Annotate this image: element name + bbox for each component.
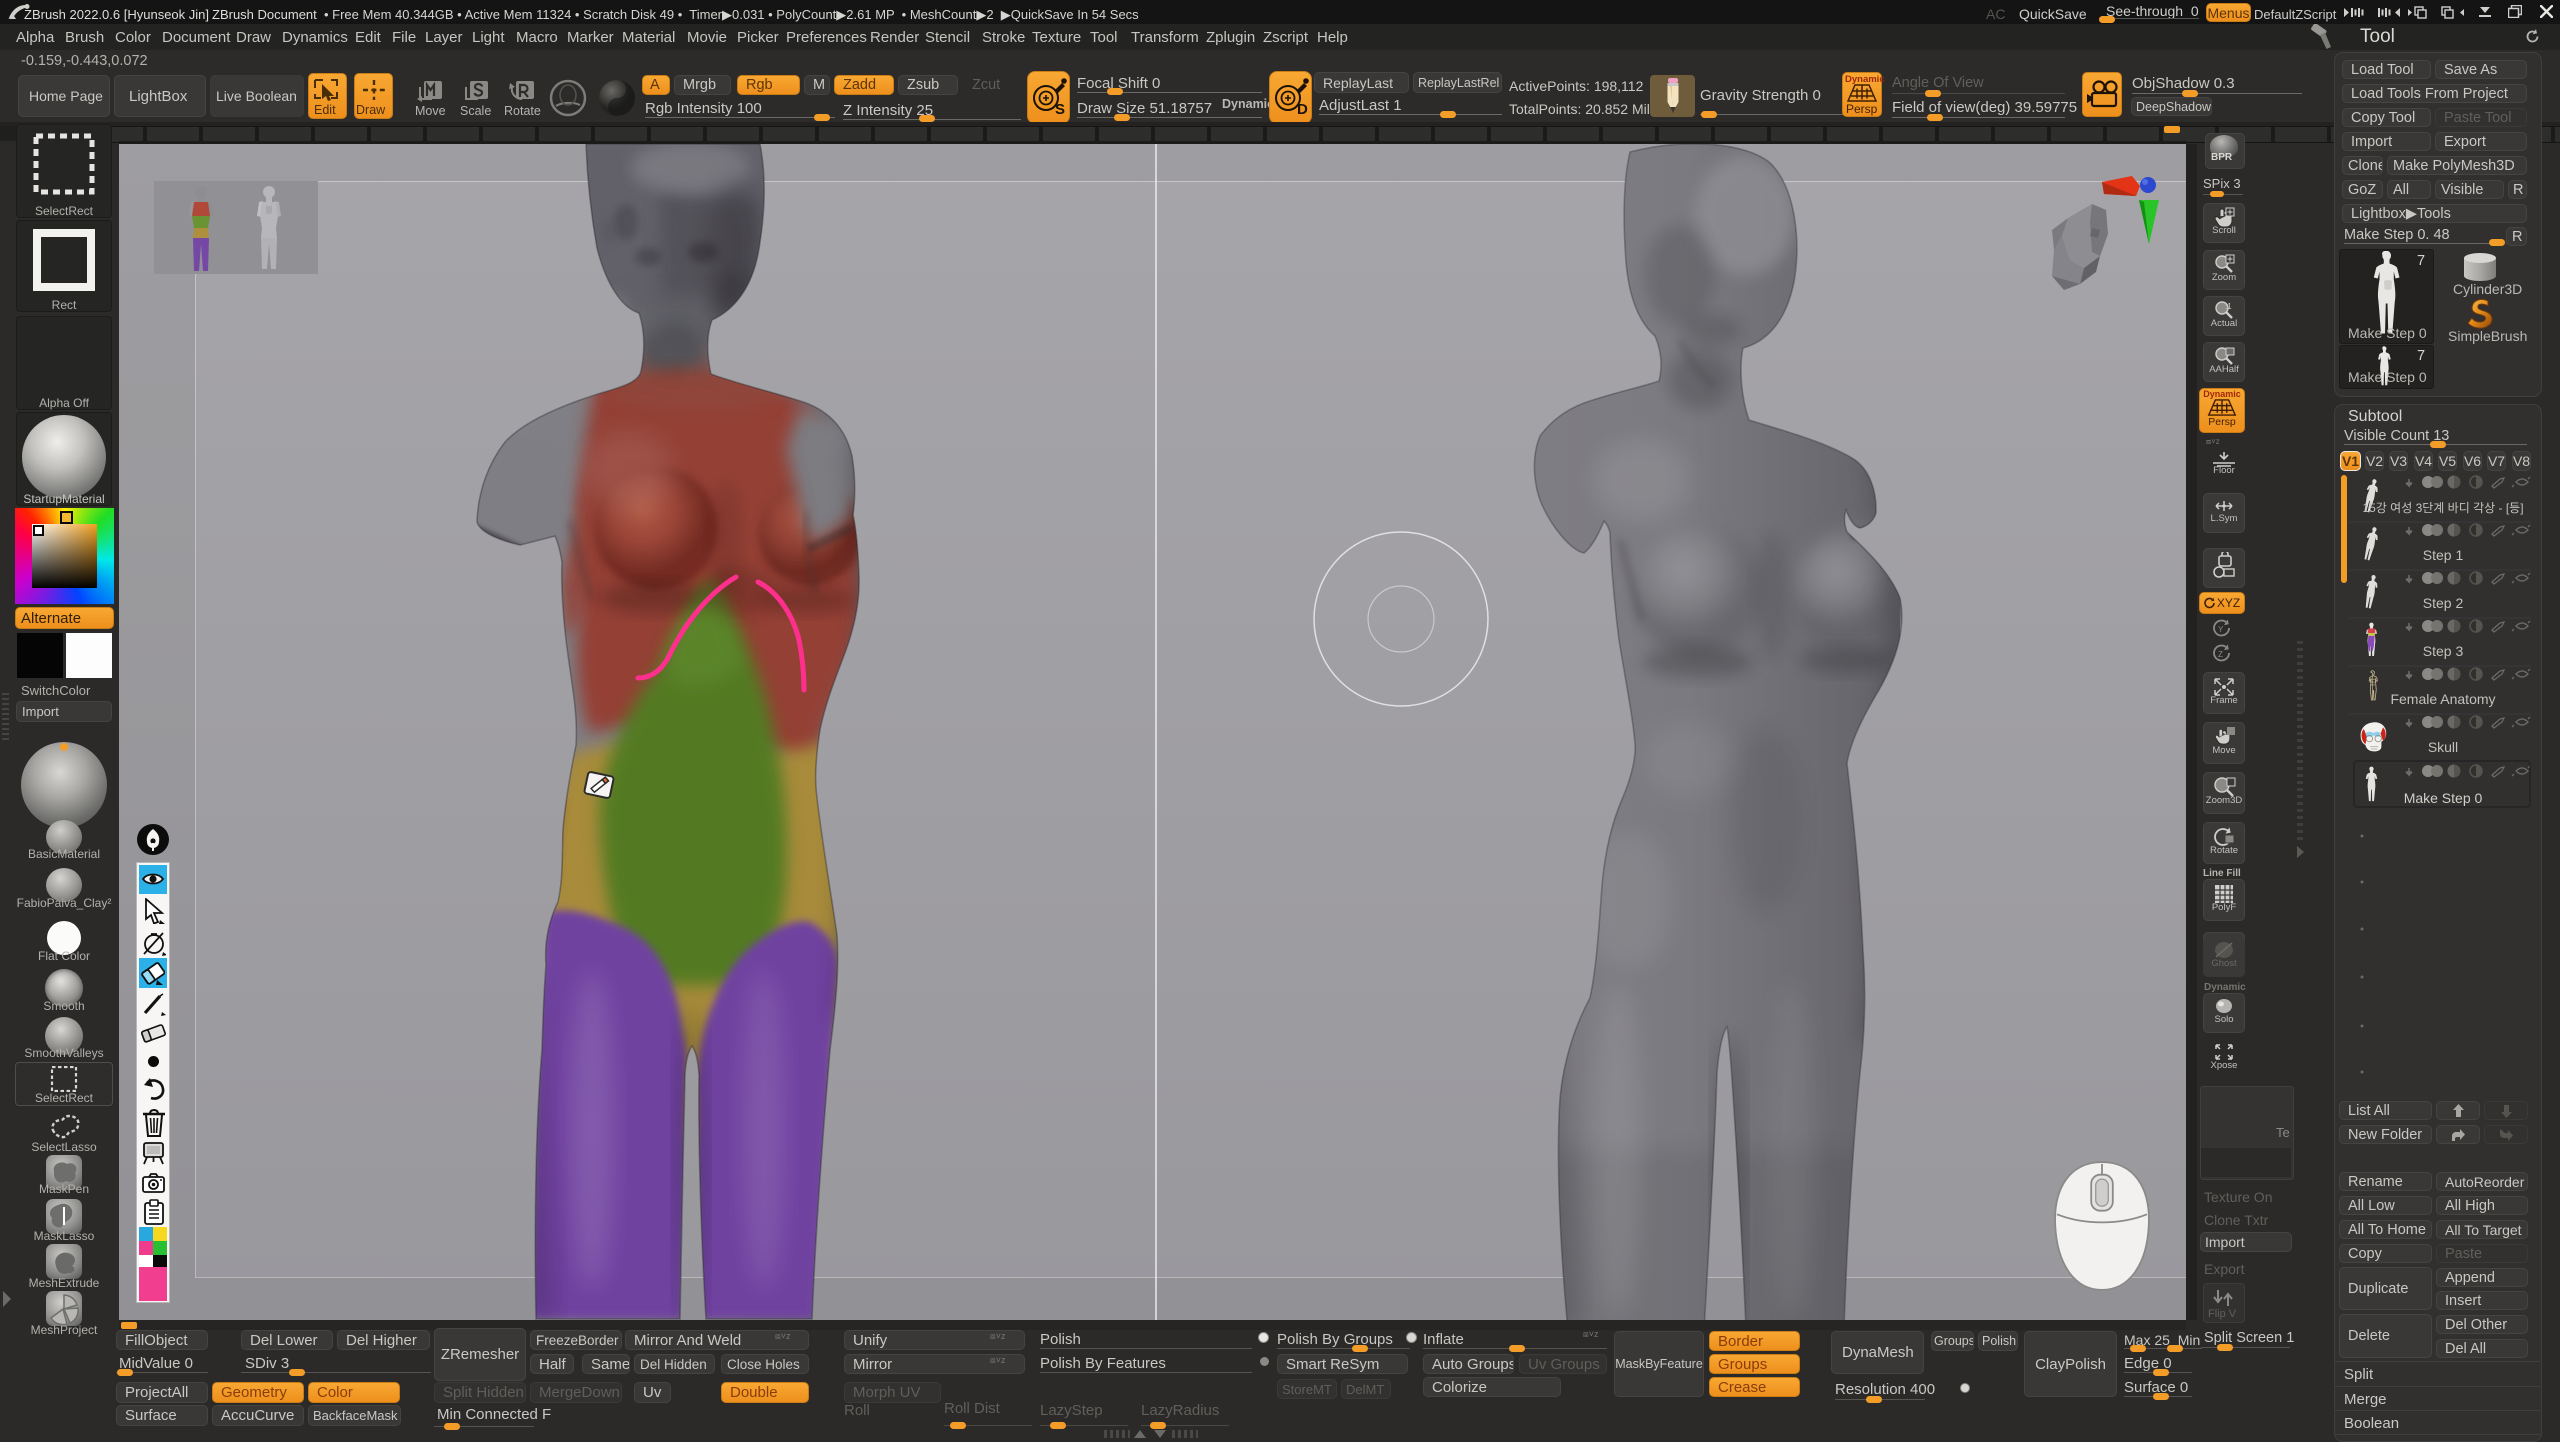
- svg-text:D: D: [1297, 101, 1308, 118]
- svg-text:Y: Y: [2218, 625, 2224, 634]
- svg-text:S: S: [1055, 101, 1065, 118]
- svg-text::1: :1: [2225, 302, 2232, 311]
- svg-text:Z: Z: [2218, 650, 2223, 659]
